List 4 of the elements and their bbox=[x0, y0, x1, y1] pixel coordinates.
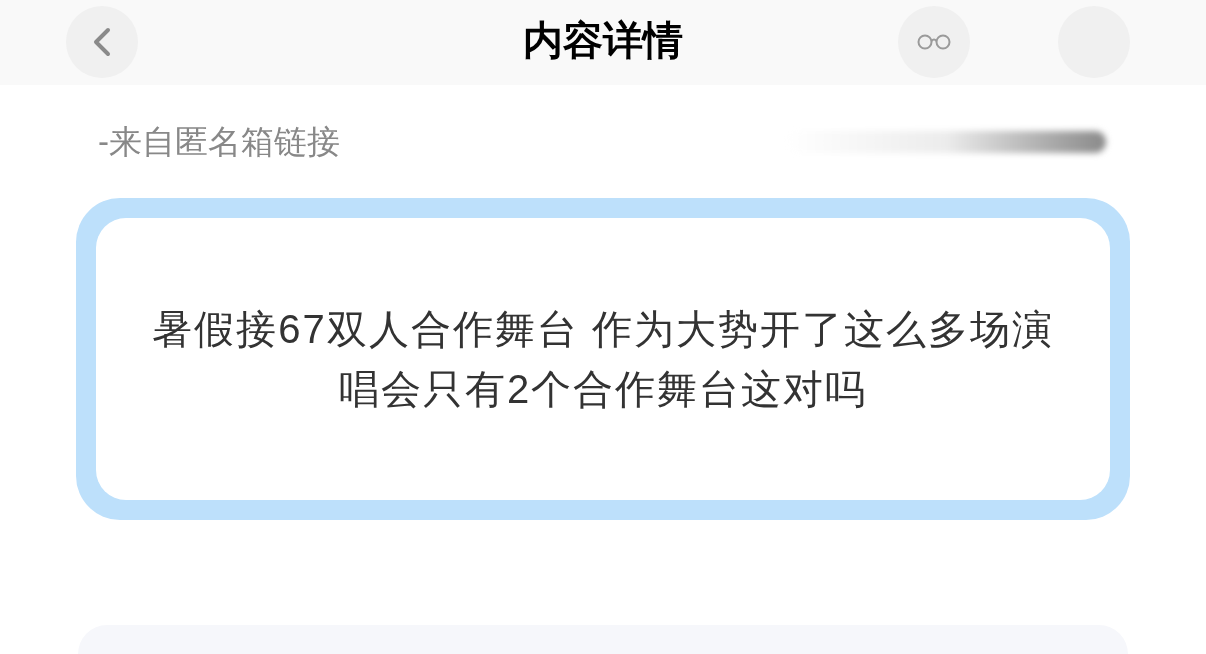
page-title: 内容详情 bbox=[523, 17, 683, 64]
glasses-icon bbox=[917, 34, 951, 50]
message-text: 暑假接67双人合作舞台 作为大势开了这么多场演唱会只有2个合作舞台这对吗 bbox=[151, 306, 1055, 413]
source-label: -来自匿名箱链接 bbox=[98, 122, 340, 162]
